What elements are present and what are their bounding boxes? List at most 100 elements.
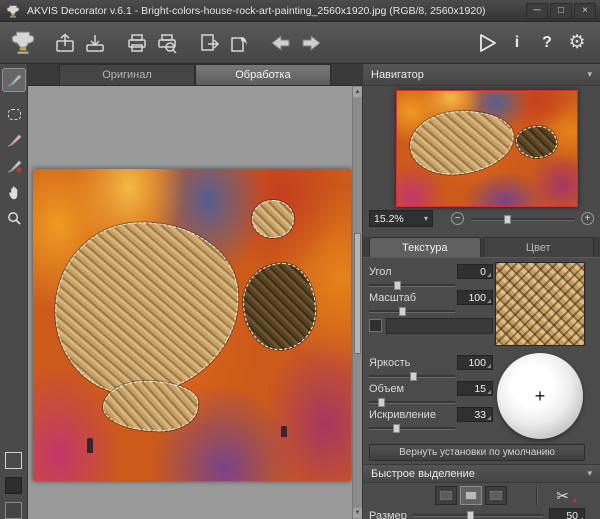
quick-select-mode-2-button[interactable] <box>460 486 482 505</box>
texture-option-checkbox[interactable] <box>369 319 382 332</box>
brightness-slider[interactable] <box>369 372 455 381</box>
angle-value[interactable]: 0 <box>457 264 493 279</box>
dashed-selection-icon <box>7 108 21 120</box>
texture-selection-spot <box>252 200 294 238</box>
zoom-out-button[interactable]: − <box>451 212 464 225</box>
volume-control: Объем 15 <box>369 381 493 407</box>
maximize-button[interactable]: □ <box>550 2 572 19</box>
volume-slider[interactable] <box>369 398 455 407</box>
size-slider[interactable] <box>412 511 543 519</box>
view-swatch-small[interactable] <box>5 502 22 519</box>
zoom-tool[interactable] <box>2 206 26 230</box>
toolbar: i ? ⚙ <box>0 22 600 64</box>
scale-slider[interactable] <box>369 307 455 316</box>
selection-eraser-tool[interactable] <box>2 128 26 152</box>
canvas-region: Оригинал Обработка ▲ ▼ <box>28 64 362 519</box>
tab-color[interactable]: Цвет <box>482 237 594 257</box>
collapse-triangle-icon: ▾ <box>587 69 592 79</box>
sphere-preview: + <box>497 353 583 439</box>
volume-value[interactable]: 15 <box>457 381 493 396</box>
titlebar: AKVIS Decorator v.6.1 - Bright-colors-ho… <box>0 0 600 22</box>
info-icon[interactable]: i <box>502 27 532 59</box>
scroll-down-icon[interactable]: ▼ <box>353 508 362 518</box>
close-button[interactable]: × <box>574 2 596 19</box>
navigator-body <box>363 86 600 210</box>
redo-icon[interactable] <box>296 27 326 59</box>
distortion-slider-knob[interactable] <box>392 424 400 433</box>
mode-3-icon <box>490 491 502 500</box>
scissors-button[interactable]: ✂ <box>544 484 588 507</box>
tab-processed[interactable]: Обработка <box>195 64 331 86</box>
thumb-texture-area-dark <box>515 125 558 158</box>
texture-settings: Угол 0 Масштаб 100 Яркость 100 Объем 15 … <box>363 260 600 519</box>
run-processing-icon[interactable] <box>472 27 502 59</box>
help-icon[interactable]: ? <box>532 27 562 59</box>
brightness-label: Яркость <box>369 356 411 369</box>
view-swatch-dark[interactable] <box>5 477 22 494</box>
navigator-title: Навигатор <box>371 68 424 81</box>
distortion-slider[interactable] <box>369 424 455 433</box>
angle-slider[interactable] <box>369 281 455 290</box>
zoom-slider-knob[interactable] <box>504 215 512 224</box>
distortion-value[interactable]: 33 <box>457 407 493 422</box>
quick-selection-row: ✂ <box>363 484 600 508</box>
texture-option-field[interactable] <box>386 317 493 334</box>
reset-defaults-button[interactable]: Вернуть установки по умолчанию <box>369 444 585 461</box>
zoom-dropdown[interactable]: 15.2% ▾ <box>369 210 433 227</box>
quick-selection-title: Быстрое выделение <box>371 467 475 480</box>
window-title: AKVIS Decorator v.6.1 - Bright-colors-ho… <box>27 4 486 17</box>
zoom-slider[interactable] <box>471 215 574 224</box>
figure-silhouette-2 <box>281 426 288 438</box>
save-image-icon[interactable] <box>80 27 110 59</box>
thumb-texture-area <box>407 106 517 178</box>
angle-label: Угол <box>369 265 392 278</box>
navigator-thumbnail[interactable] <box>396 90 578 207</box>
size-value[interactable]: 50 <box>549 508 585 519</box>
view-swatch-empty[interactable] <box>5 452 22 469</box>
scrollbar-thumb[interactable] <box>354 233 361 355</box>
export-icon[interactable] <box>194 27 224 59</box>
share-icon[interactable] <box>224 27 254 59</box>
quick-selection-header[interactable]: Быстрое выделение ▾ <box>363 464 600 483</box>
scroll-up-icon[interactable]: ▲ <box>353 87 362 97</box>
sphere-plus-icon: + <box>534 385 546 406</box>
image-tabbar: Оригинал Обработка <box>28 64 362 86</box>
tab-texture[interactable]: Текстура <box>369 237 481 257</box>
akvis-logo-icon[interactable] <box>8 27 38 59</box>
minimize-button[interactable]: ─ <box>526 2 548 19</box>
angle-slider-knob[interactable] <box>394 281 402 290</box>
open-image-icon[interactable] <box>50 27 80 59</box>
quick-selection-collapse-icon: ▾ <box>587 468 592 478</box>
scissors-red-mark-icon <box>570 497 576 502</box>
volume-slider-knob[interactable] <box>377 398 385 407</box>
color-brush-tool[interactable] <box>2 154 26 178</box>
brightness-slider-knob[interactable] <box>409 372 417 381</box>
lasso-selection-tool[interactable] <box>2 102 26 126</box>
zoom-in-button[interactable]: + <box>581 212 594 225</box>
hand-tool[interactable] <box>2 180 26 204</box>
mode-1-icon <box>440 491 452 500</box>
undo-icon[interactable] <box>266 27 296 59</box>
selection-brush-tool[interactable] <box>2 68 26 92</box>
navigator-header[interactable]: Навигатор ▾ <box>363 64 600 86</box>
quick-select-mode-3-button[interactable] <box>485 486 507 505</box>
scale-slider-knob[interactable] <box>399 307 407 316</box>
print-preview-icon[interactable] <box>152 27 182 59</box>
brightness-value[interactable]: 100 <box>457 355 493 370</box>
image-canvas[interactable]: ▲ ▼ <box>28 86 362 519</box>
settings-gear-icon[interactable]: ⚙ <box>562 27 592 59</box>
zoom-value: 15.2% <box>374 212 404 225</box>
print-icon[interactable] <box>122 27 152 59</box>
texture-preview[interactable] <box>495 262 585 346</box>
tab-original[interactable]: Оригинал <box>59 64 195 86</box>
scale-value[interactable]: 100 <box>457 290 493 305</box>
vertical-scrollbar[interactable]: ▲ ▼ <box>352 86 362 519</box>
size-slider-knob[interactable] <box>467 511 475 519</box>
figure-silhouette <box>87 437 94 453</box>
angle-control: Угол 0 <box>369 264 493 290</box>
texture-selection-area-small <box>101 378 200 434</box>
texture-selection-area <box>49 215 246 400</box>
processed-image[interactable] <box>33 169 351 481</box>
akvis-decorator-window: AKVIS Decorator v.6.1 - Bright-colors-ho… <box>0 0 600 519</box>
quick-select-mode-1-button[interactable] <box>435 486 457 505</box>
